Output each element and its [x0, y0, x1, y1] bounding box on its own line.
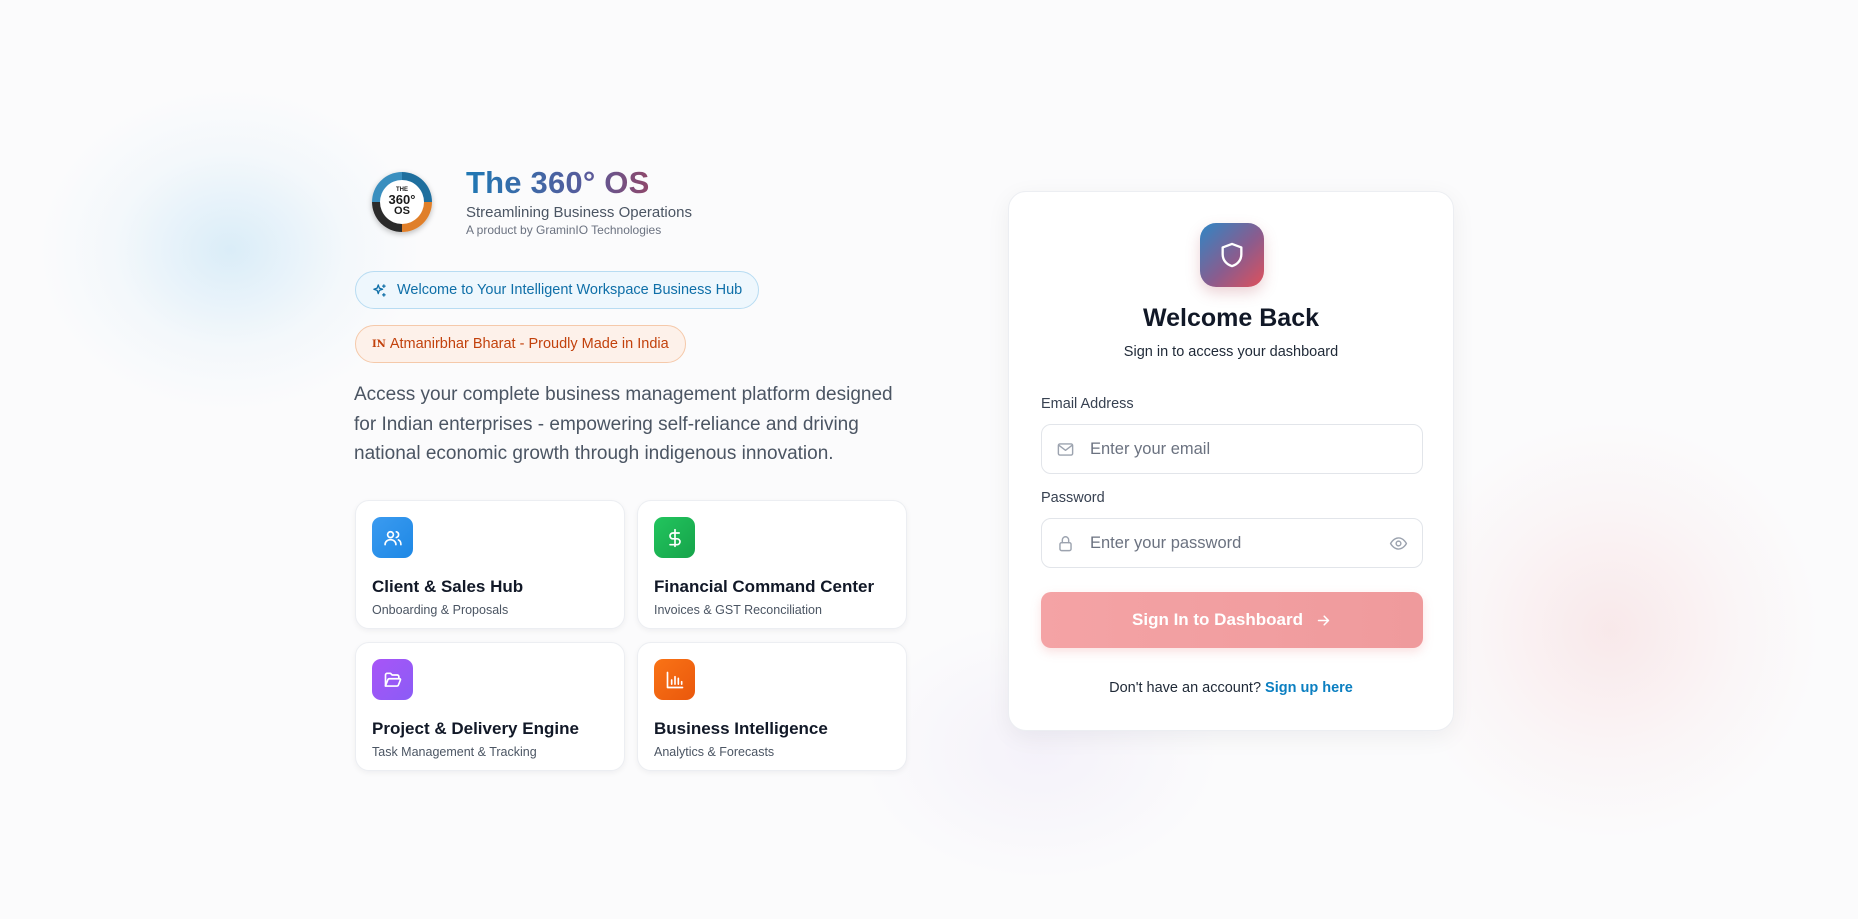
welcome-badge-text: Welcome to Your Intelligent Workspace Bu…	[397, 282, 743, 298]
arrow-right-icon	[1315, 612, 1332, 629]
login-title: Welcome Back	[1142, 304, 1319, 332]
logo-line-2: 360°	[388, 191, 416, 207]
feature-title: Financial Command Center	[654, 577, 875, 596]
folder-open-icon	[372, 659, 413, 700]
feature-subtitle: Onboarding & Proposals	[372, 603, 509, 617]
feature-title: Client & Sales Hub	[372, 577, 524, 596]
shield-icon	[1200, 223, 1264, 287]
feature-subtitle: Task Management & Tracking	[372, 745, 537, 759]
background-blob-pink	[1400, 420, 1820, 840]
brand-text: The 360° OS Streamlining Business Operat…	[466, 165, 692, 238]
feature-subtitle: Analytics & Forecasts	[654, 745, 775, 759]
login-card: Welcome Back Sign in to access your dash…	[1008, 191, 1454, 731]
password-field	[1041, 518, 1423, 568]
brand-logo-inner: THE 360° OS	[380, 179, 424, 224]
signup-prompt-text: Don't have an account?	[1109, 680, 1262, 696]
sparkles-icon	[372, 283, 387, 298]
dollar-icon	[654, 517, 695, 558]
login-subtitle: Sign in to access your dashboard	[1123, 344, 1339, 360]
made-in-india-text: Atmanirbhar Bharat - Proudly Made in Ind…	[389, 336, 669, 352]
india-flag-icon: IN	[372, 338, 386, 350]
background-blob-blue	[40, 90, 420, 410]
sign-in-button[interactable]: Sign In to Dashboard	[1041, 592, 1423, 648]
feature-title: Business Intelligence	[654, 719, 828, 738]
feature-title: Project & Delivery Engine	[372, 719, 579, 738]
password-label: Password	[1041, 490, 1105, 506]
signup-link[interactable]: Sign up here	[1265, 680, 1353, 696]
logo-line-3: OS	[394, 204, 410, 217]
feature-card-project-delivery: Project & Delivery Engine Task Managemen…	[355, 642, 625, 771]
users-icon	[372, 517, 413, 558]
lock-icon	[1056, 534, 1078, 553]
feature-card-financial: Financial Command Center Invoices & GST …	[637, 500, 907, 629]
email-field	[1041, 424, 1423, 474]
email-label: Email Address	[1041, 396, 1134, 412]
feature-subtitle: Invoices & GST Reconciliation	[654, 603, 822, 617]
sign-in-button-label: Sign In to Dashboard	[1132, 610, 1303, 629]
password-input[interactable]	[1090, 533, 1389, 553]
feature-card-client-sales: Client & Sales Hub Onboarding & Proposal…	[355, 500, 625, 629]
email-input[interactable]	[1090, 439, 1408, 459]
brand-subtitle: Streamlining Business Operations	[466, 204, 692, 222]
made-in-india-badge: IN Atmanirbhar Bharat - Proudly Made in …	[355, 325, 686, 363]
brand-header: THE 360° OS The 360° OS Streamlining Bus…	[372, 165, 692, 238]
bar-chart-icon	[654, 659, 695, 700]
brand-logo: THE 360° OS	[372, 171, 432, 232]
welcome-badge: Welcome to Your Intelligent Workspace Bu…	[355, 271, 760, 309]
brand-title: The 360° OS	[466, 165, 692, 200]
eye-icon[interactable]	[1389, 534, 1408, 553]
platform-description: Access your complete business management…	[354, 384, 893, 464]
feature-card-business-intelligence: Business Intelligence Analytics & Foreca…	[637, 642, 907, 771]
mail-icon	[1056, 440, 1078, 459]
signup-prompt: Don't have an account? Sign up here	[1009, 680, 1453, 696]
brand-byline: A product by GraminIO Technologies	[466, 223, 662, 238]
